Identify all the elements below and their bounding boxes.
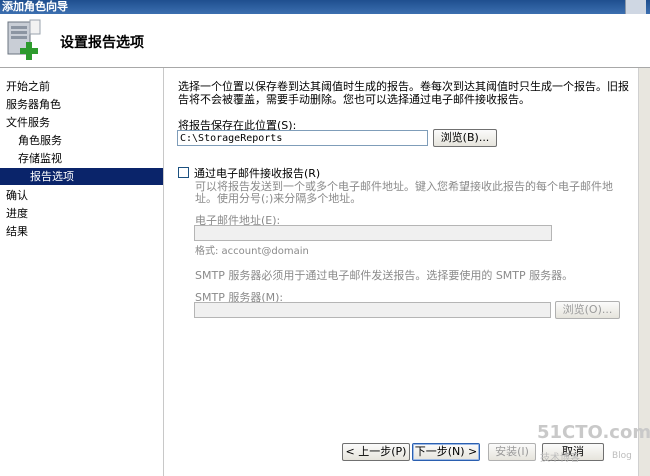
email-format-hint: 格式: account@domain xyxy=(195,246,309,257)
window-titlebar: 添加角色向导 xyxy=(0,0,650,14)
sidebar-item-server-roles[interactable]: 服务器角色 xyxy=(0,96,163,113)
smtp-help-text: SMTP 服务器必须用于通过电子邮件发送报告。选择要使用的 SMTP 服务器。 xyxy=(195,269,574,282)
sidebar-item-label: 服务器角色 xyxy=(6,98,61,111)
sidebar-item-label: 存储监视 xyxy=(18,152,62,165)
email-address-input[interactable] xyxy=(194,225,552,241)
email-report-label[interactable]: 通过电子邮件接收报告(R) xyxy=(194,165,320,181)
email-help-text: 可以将报告发送到一个或多个电子邮件地址。键入您希望接收此报告的每个电子邮件地址。… xyxy=(195,180,613,205)
close-button[interactable] xyxy=(625,0,646,14)
sidebar-item-file-services[interactable]: 文件服务 xyxy=(0,114,163,131)
browse-button[interactable]: 浏览(B)... xyxy=(433,129,497,147)
sidebar-item-role-services[interactable]: 角色服务 xyxy=(0,132,163,149)
sidebar-item-label: 文件服务 xyxy=(6,116,50,129)
sidebar-item-label: 进度 xyxy=(6,207,28,220)
wizard-header: 设置报告选项 xyxy=(0,14,650,68)
smtp-browse-button[interactable]: 浏览(O)... xyxy=(555,301,620,319)
sidebar-item-progress[interactable]: 进度 xyxy=(0,205,163,222)
intro-text: 选择一个位置以保存卷到达其阈值时生成的报告。卷每次到达其阈值时只生成一个报告。旧… xyxy=(178,80,629,106)
sidebar-item-label: 报告选项 xyxy=(30,170,74,183)
watermark-subtitle: 技术博客 xyxy=(540,453,580,464)
install-button[interactable]: 安装(I) xyxy=(488,443,536,461)
watermark-logo: 51CTO.com xyxy=(537,422,650,443)
vertical-scrollbar[interactable] xyxy=(638,68,650,476)
sidebar-item-label: 角色服务 xyxy=(18,134,62,147)
previous-button[interactable]: < 上一步(P) xyxy=(342,443,410,461)
sidebar-item-results[interactable]: 结果 xyxy=(0,223,163,240)
page-title: 设置报告选项 xyxy=(60,35,144,51)
sidebar-item-report-options[interactable]: 报告选项 xyxy=(0,168,163,185)
sidebar-item-storage-monitoring[interactable]: 存储监视 xyxy=(0,150,163,167)
sidebar-item-confirmation[interactable]: 确认 xyxy=(0,187,163,204)
email-report-checkbox[interactable] xyxy=(178,167,189,178)
sidebar-item-label: 结果 xyxy=(6,225,28,238)
wizard-sidebar: 开始之前 服务器角色 文件服务 角色服务 存储监视 报告选项 确认 进度 结果 xyxy=(0,68,164,476)
sidebar-item-label: 确认 xyxy=(6,189,28,202)
sidebar-item-before-you-begin[interactable]: 开始之前 xyxy=(0,78,163,95)
server-add-icon xyxy=(7,19,41,60)
window-title: 添加角色向导 xyxy=(2,0,68,13)
smtp-server-input[interactable] xyxy=(194,302,551,318)
watermark-blog: Blog xyxy=(612,451,632,461)
sidebar-item-label: 开始之前 xyxy=(6,80,50,93)
save-location-input[interactable]: C:\StorageReports xyxy=(177,130,428,146)
next-button[interactable]: 下一步(N) > xyxy=(412,443,480,461)
wizard-content: 选择一个位置以保存卷到达其阈值时生成的报告。卷每次到达其阈值时只生成一个报告。旧… xyxy=(164,68,638,430)
